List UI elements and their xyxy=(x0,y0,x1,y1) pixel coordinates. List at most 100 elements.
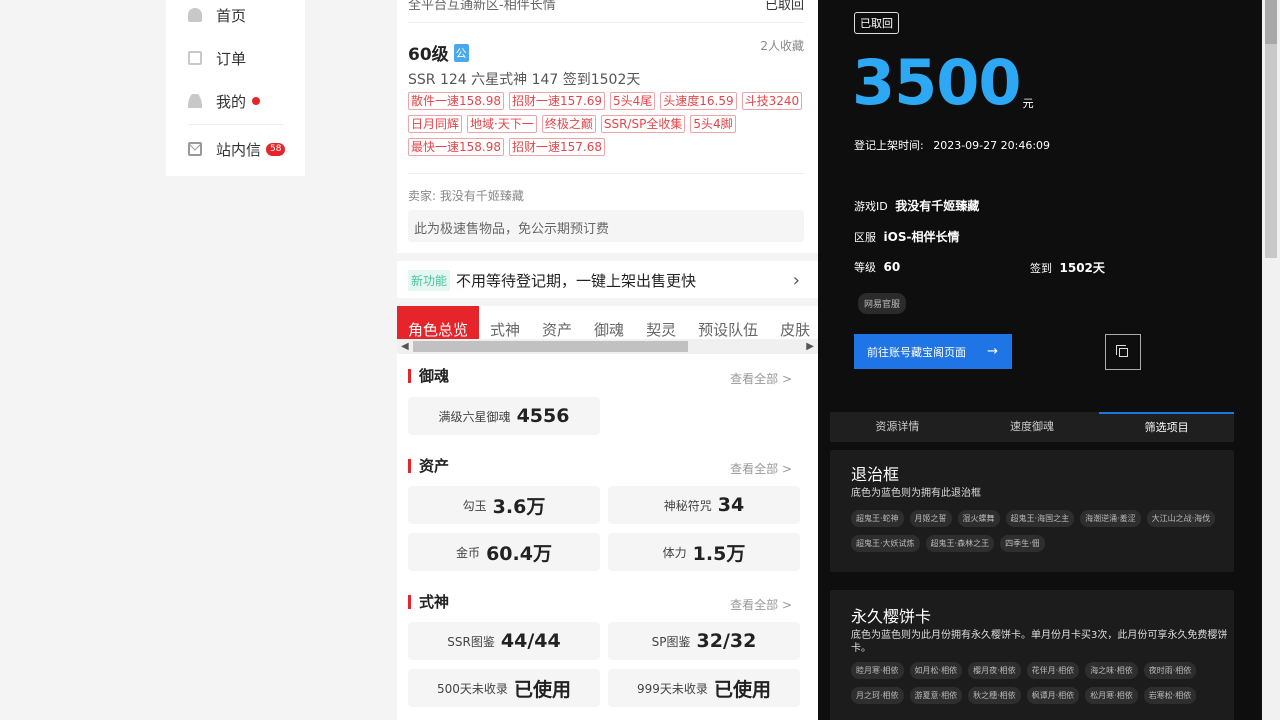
feature-tag: 散件一速158.98 xyxy=(408,92,504,110)
block-title: 退治框 xyxy=(851,465,900,484)
section-title-assets: 资产 xyxy=(408,459,449,474)
server-row: 区服 iOS-相伴长情 xyxy=(854,228,959,245)
filter-chip[interactable]: 四季生·佃 xyxy=(1000,535,1045,552)
block-desc: 底色为蓝色则为此月份拥有永久樱饼卡。单月份月卡买3次，此月份可享永久免费樱饼卡。 xyxy=(851,630,1228,654)
level-label: 等级 xyxy=(854,261,876,274)
nav-me-label: 我的 xyxy=(216,92,247,111)
stat-label: 500天未收录 xyxy=(437,681,508,696)
filter-chip[interactable]: 樱月夜·相依 xyxy=(968,662,1021,679)
filter-chip[interactable]: 夜时雨·相依 xyxy=(1143,662,1197,679)
status-badge: 已取回 xyxy=(854,12,899,34)
block-frames: 退治框 底色为蓝色则为拥有此退治框 超鬼王·蛇神 月姬之誓 湿火蝶舞 超鬼王·海国之主… xyxy=(830,450,1234,572)
game-id-label: 游戏ID xyxy=(854,200,888,213)
level-title: 60级 公 xyxy=(408,40,469,65)
filter-chip[interactable]: 月姬之誓 xyxy=(909,510,952,527)
filter-chip[interactable]: 超鬼王·大妖试炼 xyxy=(851,535,920,552)
chevron-right-icon: › xyxy=(792,270,800,291)
stat-value: 34 xyxy=(717,494,745,516)
price-value: 3500 xyxy=(852,46,1022,119)
view-all-assets[interactable]: 查看全部 > xyxy=(730,460,792,477)
filter-chip[interactable]: 超鬼王·海国之主 xyxy=(1005,510,1075,527)
new-feature-banner[interactable]: 新功能 不用等待登记期，一键上架出售更快 › xyxy=(408,270,804,291)
scrollbar-thumb[interactable] xyxy=(413,341,688,352)
stat-value: 3.6万 xyxy=(492,495,546,518)
tab-speed-yuhun[interactable]: 速度御魂 xyxy=(965,412,1100,442)
copy-button[interactable] xyxy=(1105,334,1141,370)
stat-card: 999天未收录 已使用 xyxy=(608,669,800,707)
nav-item-inbox[interactable]: 站内信 58 xyxy=(188,139,286,159)
filter-chip[interactable]: 花伴月·相依 xyxy=(1026,662,1080,679)
scroll-right-icon[interactable]: ▶ xyxy=(806,339,814,354)
feature-tag: 最快一速158.98 xyxy=(408,138,504,156)
nav-item-orders[interactable]: 订单 xyxy=(188,48,246,68)
feature-tag: 5头4脚 xyxy=(690,115,736,133)
filter-chip[interactable]: 海潮逆涌·羞涩 xyxy=(1080,510,1141,527)
nav-inbox-label: 站内信 xyxy=(216,140,262,159)
tab-filter-items[interactable]: 筛选项目 xyxy=(1099,412,1235,442)
nav-item-me[interactable]: 我的 xyxy=(188,91,261,111)
nav-item-home[interactable]: 首页 xyxy=(188,5,246,25)
scroll-left-icon[interactable]: ◀ xyxy=(401,339,409,354)
listed-time-row: 登记上架时间: 2023-09-27 20:46:09 xyxy=(854,137,1050,153)
feature-tag: 招财一速157.68 xyxy=(509,138,605,156)
stat-label: 神秘符咒 xyxy=(663,498,712,513)
listing-stats: SSR 124 六星式神 147 签到1502天 xyxy=(408,72,641,88)
detail-panel: 已取回 3500 元 登记上架时间: 2023-09-27 20:46:09 游… xyxy=(818,0,1262,720)
section-title-yuhun: 御魂 xyxy=(408,369,449,384)
stat-card: 金币 60.4万 xyxy=(408,533,600,571)
stat-value: 4556 xyxy=(516,405,570,427)
filter-chip[interactable]: 超鬼王·森林之王 xyxy=(925,535,995,552)
section-title-shishen: 式神 xyxy=(408,595,449,610)
filter-chip[interactable]: 松月寒·相依 xyxy=(1085,687,1138,704)
filter-chip[interactable]: 枫谭月·相依 xyxy=(1026,687,1080,704)
view-all-shishen[interactable]: 查看全部 > xyxy=(730,596,792,613)
tab-resource-details[interactable]: 资源详情 xyxy=(830,412,965,442)
tab-item[interactable]: 预设队伍 xyxy=(687,306,769,340)
filter-chip[interactable]: 大江山之战·海伐 xyxy=(1146,510,1216,527)
listing-panel: 全平台互通新区-相伴长情 已取回 60级 公 2人收藏 SSR 124 六星式神… xyxy=(397,0,818,720)
tab-item[interactable]: 契灵 xyxy=(635,306,687,340)
filter-chip[interactable]: 岩寒松·相依 xyxy=(1143,687,1197,704)
filter-chip[interactable]: 超鬼王·蛇神 xyxy=(851,510,904,527)
scrollbar-track xyxy=(1265,44,1277,258)
signin-row: 签到 1502天 xyxy=(1030,259,1105,276)
stat-card: 满级六星御魂 4556 xyxy=(408,397,600,435)
tabs-scrollbar[interactable]: ◀ ▶ xyxy=(397,339,818,354)
go-to-page-button[interactable]: 前往账号藏宝阁页面 → xyxy=(854,334,1012,369)
filter-chip[interactable]: 秋之穗·相依 xyxy=(968,687,1021,704)
feature-tag: 终极之巅 xyxy=(541,115,596,133)
listing-tabs: 角色总览 式神 资产 御魂 契灵 预设队伍 皮肤 xyxy=(397,306,818,340)
block-desc: 底色为蓝色则为拥有此退治框 xyxy=(851,488,981,499)
scrollbar-thumb[interactable] xyxy=(1265,0,1277,44)
tab-item[interactable]: 御魂 xyxy=(583,306,635,340)
user-icon xyxy=(188,94,202,108)
page-scrollbar[interactable] xyxy=(1262,0,1280,720)
home-icon xyxy=(188,8,202,22)
filter-chip[interactable]: 湿火蝶舞 xyxy=(957,510,1000,527)
tab-item[interactable]: 皮肤 xyxy=(769,306,818,340)
stat-card: 神秘符咒 34 xyxy=(608,486,800,524)
level-value: 60 xyxy=(883,260,901,274)
filter-chip[interactable]: 游夏意·相依 xyxy=(909,687,963,704)
tab-item[interactable]: 角色总览 xyxy=(397,306,480,340)
feature-tag: 5头4尾 xyxy=(610,92,656,110)
fast-sale-notice: 此为极速售物品，免公示期预订费 xyxy=(408,210,804,242)
listed-time: 2023-09-27 20:46:09 xyxy=(933,139,1051,152)
server-value: iOS-相伴长情 xyxy=(883,230,960,244)
view-all-yuhun[interactable]: 查看全部 > xyxy=(730,370,792,387)
divider xyxy=(408,173,804,174)
arrow-right-icon: → xyxy=(987,344,998,359)
filter-chip[interactable]: 如月松·相依 xyxy=(909,662,963,679)
stat-label: 体力 xyxy=(662,545,687,560)
seller-text: 卖家: 我没有千姬臻藏 xyxy=(408,189,524,203)
stat-label: 999天未收录 xyxy=(637,681,708,696)
filter-chip[interactable]: 睦月寒·相依 xyxy=(851,662,904,679)
tab-item[interactable]: 资产 xyxy=(531,306,583,340)
notification-dot xyxy=(252,97,261,105)
game-id-row: 游戏ID 我没有千姬臻藏 xyxy=(854,197,979,214)
tab-item[interactable]: 式神 xyxy=(479,306,531,340)
filter-chip[interactable]: 海之味·相依 xyxy=(1085,662,1138,679)
stat-label: SSR图鉴 xyxy=(447,634,495,649)
feature-tags: 散件一速158.98 招财一速157.69 5头4尾 头速度16.59 斗技3240 日月… xyxy=(408,92,804,156)
filter-chip[interactable]: 月之珂·相依 xyxy=(851,687,904,704)
